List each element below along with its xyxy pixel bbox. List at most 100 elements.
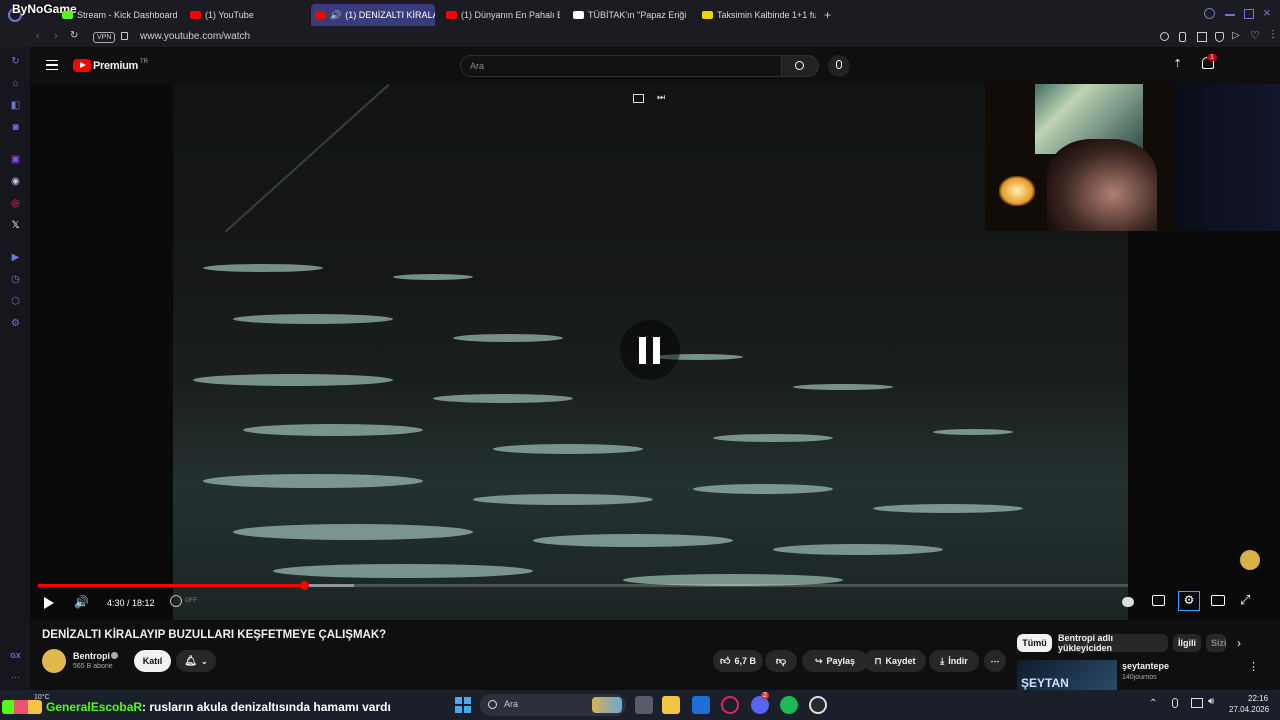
rec-title[interactable]: şeytantepe xyxy=(1122,661,1169,671)
zoom-icon[interactable] xyxy=(1160,32,1169,41)
subscribe-bell-button[interactable]: 🔔︎ ⌄ xyxy=(176,650,216,672)
tab-taksim[interactable]: Taksimin Kalbinde 1+1 full xyxy=(698,4,816,26)
chip-for-you[interactable]: Sizin xyxy=(1206,634,1226,652)
more-icon[interactable]: … xyxy=(9,669,22,682)
progress-track[interactable] xyxy=(38,581,1128,590)
more-actions-button[interactable]: ⋯ xyxy=(984,650,1006,672)
hamburger-menu-icon[interactable] xyxy=(46,60,58,70)
rec-channel[interactable]: 140journos xyxy=(1122,674,1157,681)
tab-kick-dashboard[interactable]: Stream - Kick Dashboard xyxy=(58,4,183,26)
history-icon[interactable]: ↻ xyxy=(9,55,22,68)
outlook-icon[interactable] xyxy=(692,696,710,714)
video-player[interactable]: ⏭ 🔊 4:30 / 18:12 OFF ⚙ ⤢ xyxy=(30,84,1280,620)
snapshot-icon[interactable] xyxy=(1197,32,1207,42)
minimize-button[interactable] xyxy=(1225,14,1235,16)
voice-search-button[interactable] xyxy=(828,55,850,77)
share-button[interactable]: ↪ Paylaş xyxy=(802,650,868,672)
chips-next-icon[interactable]: › xyxy=(1237,636,1241,650)
spotify-icon[interactable] xyxy=(780,696,798,714)
clock-date[interactable]: 27.04.2026 xyxy=(1229,705,1269,714)
new-tab-button[interactable]: + xyxy=(824,8,831,22)
speaker-icon[interactable]: 🔊 xyxy=(330,10,341,21)
miniplayer-toggle-icon[interactable] xyxy=(1122,597,1134,607)
forward-icon[interactable]: › xyxy=(54,30,58,42)
heart-icon[interactable]: ♡ xyxy=(1250,29,1260,42)
create-icon[interactable]: ⇡ xyxy=(1173,57,1182,70)
search-input[interactable]: Ara xyxy=(460,55,781,77)
tray-mic-icon[interactable] xyxy=(1172,698,1178,708)
twitch-icon[interactable]: ▣ xyxy=(9,153,22,166)
discord-icon[interactable]: ◉ xyxy=(9,175,22,188)
menu-dots-icon[interactable]: ⋮ xyxy=(1268,29,1278,40)
task-view-icon[interactable] xyxy=(635,696,653,714)
tab-expensive-house[interactable]: (1) Dünyanın En Pahalı Ev xyxy=(442,4,560,26)
chat-badges-icon xyxy=(2,700,42,714)
settings-icon[interactable]: ⚙ xyxy=(9,317,22,330)
theater-mode-icon[interactable] xyxy=(1211,595,1225,606)
opera-gx-icon[interactable] xyxy=(721,696,739,714)
fullscreen-icon[interactable]: ⤢ xyxy=(1240,592,1250,608)
extensions-icon[interactable]: ⬡ xyxy=(9,295,22,308)
aria-icon[interactable]: ⌂ xyxy=(9,77,22,90)
chat-message: : rusların akula denizaltısında hamamı v… xyxy=(142,700,391,714)
gx-label[interactable]: GX xyxy=(9,650,22,663)
reload-icon[interactable]: ↻ xyxy=(70,30,78,41)
chip-related[interactable]: İlgili xyxy=(1173,634,1201,652)
tab-active-video[interactable]: 🔊 (1) DENİZALTI KİRALA xyxy=(311,4,435,26)
download-button[interactable]: ⤓ İndir xyxy=(929,650,979,672)
channel-name[interactable]: Bentropi xyxy=(73,651,110,661)
file-explorer-icon[interactable] xyxy=(662,696,680,714)
player-icon[interactable]: ▶ xyxy=(9,251,22,264)
rec-menu-icon[interactable]: ⋮ xyxy=(1248,660,1259,673)
search-highlight-icon xyxy=(592,697,622,713)
vpn-badge[interactable]: VPN xyxy=(93,32,116,43)
like-button[interactable]: 👍︎ 6,7 B xyxy=(713,650,763,672)
back-icon[interactable]: ‹ xyxy=(36,30,40,42)
pip-icon[interactable] xyxy=(633,94,644,103)
tray-chevron-icon[interactable]: ⌃ xyxy=(1149,698,1157,709)
volume-icon[interactable]: 🔊 xyxy=(74,595,89,609)
autoplay-toggle[interactable]: OFF xyxy=(170,595,197,607)
instagram-icon[interactable]: ◎ xyxy=(9,197,22,210)
subtitles-icon[interactable] xyxy=(1152,595,1165,606)
obs-icon[interactable] xyxy=(809,696,827,714)
search-button[interactable] xyxy=(781,55,819,77)
lock-icon[interactable] xyxy=(121,32,128,40)
pin-icon[interactable] xyxy=(1179,32,1186,42)
chip-from-uploader[interactable]: Bentropi adlı yükleyiciden xyxy=(1058,633,1168,653)
rec-thumbnail[interactable]: ŞEYTAN xyxy=(1017,660,1117,690)
chip-all[interactable]: Tümü xyxy=(1017,634,1052,652)
volume-tray-icon[interactable]: 🔊︎ xyxy=(1208,696,1214,707)
close-window-button[interactable]: × xyxy=(1263,5,1271,20)
clock-icon[interactable]: ◷ xyxy=(9,273,22,286)
download-icon[interactable]: ▷ xyxy=(1232,30,1240,41)
ai-icon[interactable]: ◧ xyxy=(9,99,22,112)
dislike-button[interactable]: 👎︎ xyxy=(765,650,797,672)
save-button[interactable]: ⊓ Kaydet xyxy=(864,650,926,672)
clock-time[interactable]: 22:16 xyxy=(1248,694,1268,703)
play-button[interactable] xyxy=(44,597,54,609)
shield-icon[interactable] xyxy=(1215,32,1224,42)
network-icon[interactable] xyxy=(1191,698,1203,708)
url-field[interactable]: www.youtube.com/watch xyxy=(140,31,250,42)
tab-tubitak[interactable]: TÜBİTAK'ın "Papaz Eriği xyxy=(569,4,689,26)
bookmark-icon: ⊓ xyxy=(874,655,882,666)
tab-search-icon[interactable] xyxy=(1204,8,1215,19)
webcam-chair xyxy=(1175,84,1280,231)
youtube-logo[interactable]: Premium TR xyxy=(73,59,148,72)
video-title: DENİZALTI KİRALAYIP BUZULLARI KEŞFETMEYE… xyxy=(42,629,387,641)
x-twitter-icon[interactable]: 𝕏 xyxy=(9,219,22,232)
settings-gear-icon[interactable]: ⚙ xyxy=(1178,591,1200,611)
maximize-button[interactable] xyxy=(1244,9,1254,19)
browser-sidebar: ↻ ⌂ ◧ ◙ ▣ ◉ ◎ 𝕏 ▶ ◷ ⬡ ⚙ GX … xyxy=(0,47,30,690)
chat-username: GeneralEscobaR xyxy=(46,700,143,714)
taskbar-search[interactable]: Ara xyxy=(480,694,626,716)
start-button[interactable] xyxy=(455,697,471,713)
tab-youtube[interactable]: (1) YouTube xyxy=(186,4,308,26)
join-button[interactable]: Katıl xyxy=(134,650,171,672)
scrubber-handle[interactable] xyxy=(299,581,309,590)
pause-overlay-button[interactable] xyxy=(620,320,680,380)
messenger-icon[interactable]: ◙ xyxy=(9,121,22,134)
next-icon[interactable]: ⏭ xyxy=(657,92,665,103)
channel-avatar[interactable] xyxy=(42,649,66,673)
